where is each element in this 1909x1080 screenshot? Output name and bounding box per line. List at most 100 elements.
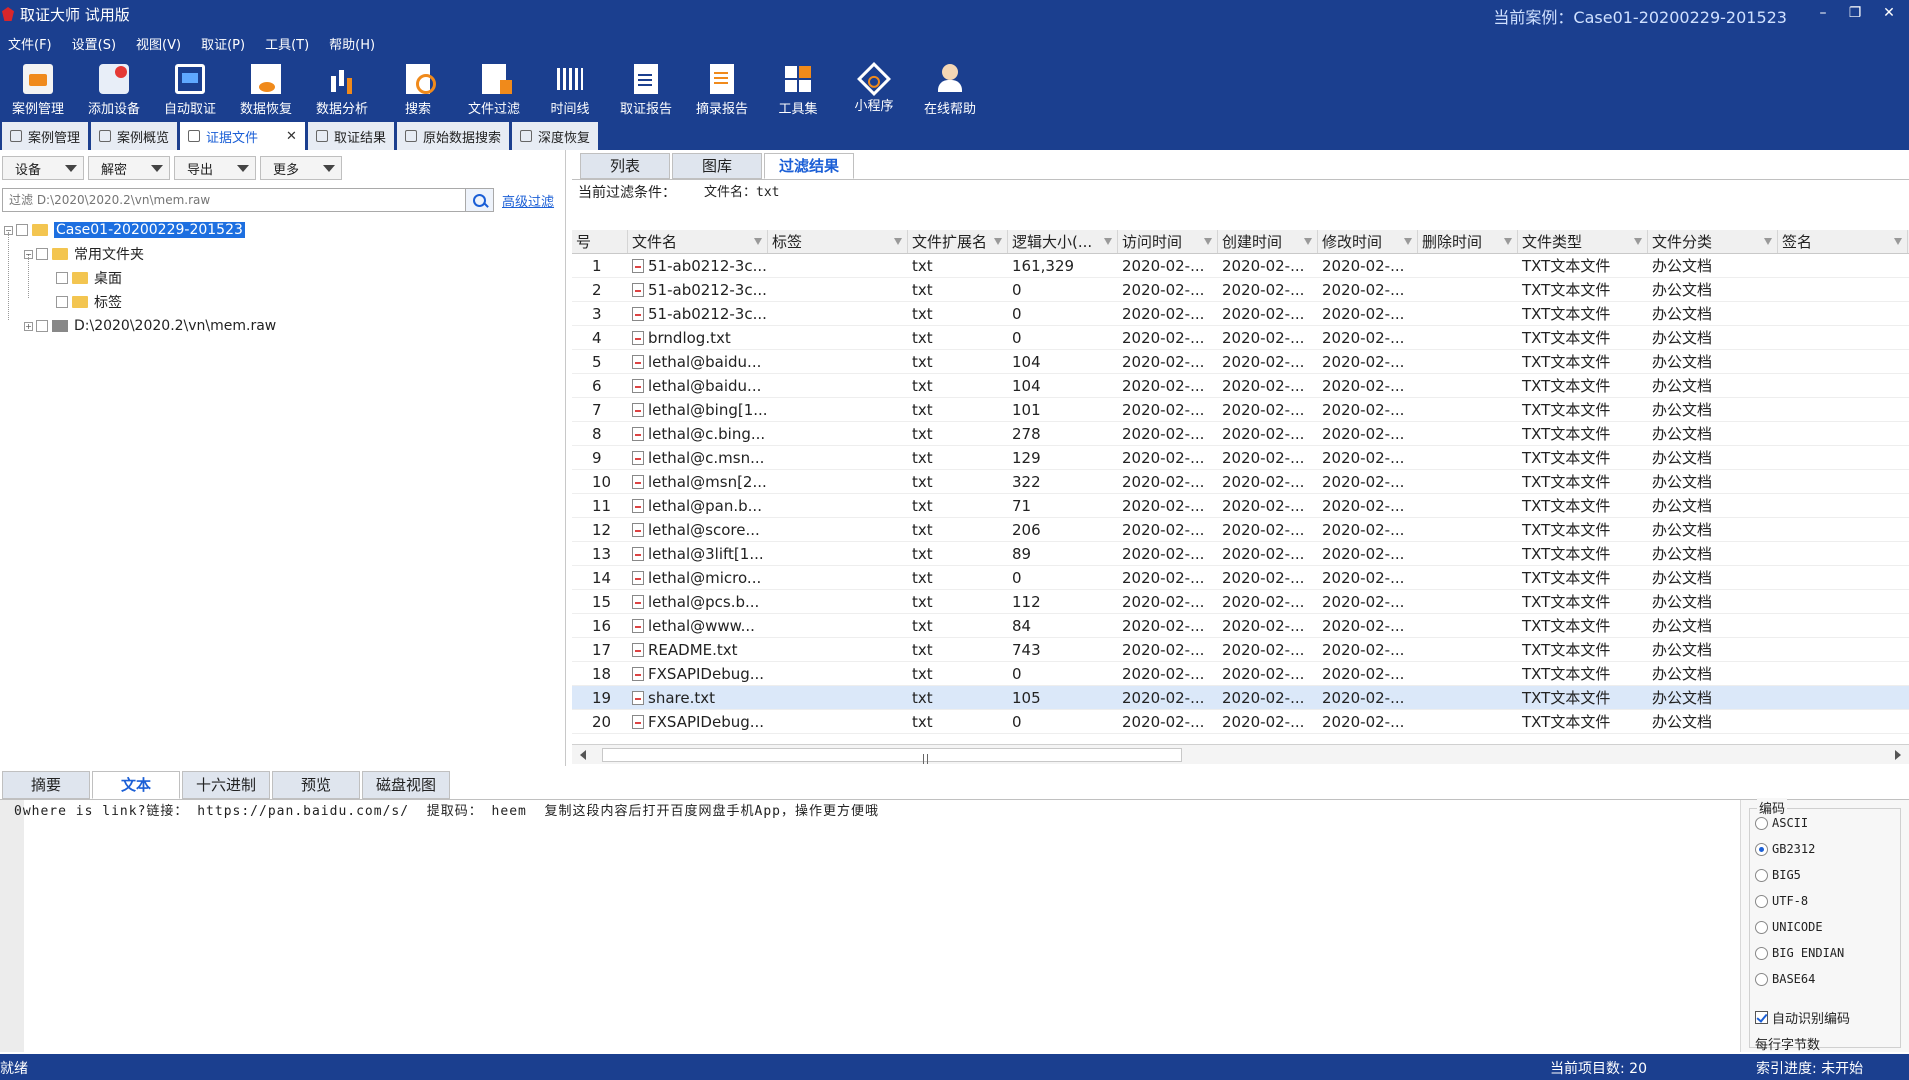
column-header-tag[interactable]: 标签 [768,230,908,253]
search-button[interactable]: 搜索 [380,58,456,120]
menu-tools[interactable]: 工具(T) [265,34,309,53]
tab-hex[interactable]: 十六进制 [182,771,270,799]
filter-icon[interactable] [1404,238,1412,245]
filter-icon[interactable] [1204,238,1212,245]
menu-view[interactable]: 视图(V) [136,34,181,53]
horizontal-scrollbar[interactable] [572,744,1909,764]
auto-detect-checkbox[interactable]: 自动识别编码 [1755,1008,1850,1027]
filter-icon[interactable] [1104,238,1112,245]
expand-icon[interactable]: + [24,321,33,331]
table-row[interactable]: 16 lethal@www... txt 84 2020-02-... 2020-02-.… [572,614,1909,638]
table-row[interactable]: 20 FXSAPIDebug... txt 0 2020-02-... 2020-02-.… [572,710,1909,734]
menu-help[interactable]: 帮助(H) [329,34,375,53]
subtab-list[interactable]: 列表 [580,153,670,179]
table-row[interactable]: 1 51-ab0212-3c... txt 161,329 2020-02-... 202… [572,254,1909,278]
subtab-gallery[interactable]: 图库 [672,153,762,179]
timeline-button[interactable]: 时间线 [532,58,608,120]
table-row[interactable]: 5 lethal@baidu... txt 104 2020-02-... 2020-02… [572,350,1909,374]
table-row[interactable]: 18 FXSAPIDebug... txt 0 2020-02-... 2020-02-.… [572,662,1909,686]
tab-case-manage[interactable]: 案例管理 [2,122,89,150]
table-row[interactable]: 4 brndlog.txt txt 0 2020-02-... 2020-02-... 20… [572,326,1909,350]
filter-icon[interactable] [1504,238,1512,245]
menu-settings[interactable]: 设置(S) [72,34,116,53]
forensic-report-button[interactable]: 取证报告 [608,58,684,120]
column-header-extension[interactable]: 文件扩展名 [908,230,1008,253]
excerpt-report-button[interactable]: 摘录报告 [684,58,760,120]
case-manage-button[interactable]: 案例管理 [0,58,76,120]
toolset-button[interactable]: 工具集 [760,58,836,120]
table-row[interactable]: 15 lethal@pcs.b... txt 112 2020-02-... 2020-0… [572,590,1909,614]
file-filter-button[interactable]: 文件过滤 [456,58,532,120]
table-row[interactable]: 6 lethal@baidu... txt 104 2020-02-... 2020-02… [572,374,1909,398]
minimize-button[interactable]: – [1809,3,1837,23]
table-row[interactable]: 13 lethal@3lift[1... txt 89 2020-02-... 2020-… [572,542,1909,566]
tab-disk-view[interactable]: 磁盘视图 [362,771,450,799]
tab-raw-data-search[interactable]: 原始数据搜索 [396,122,509,150]
table-row[interactable]: 2 51-ab0212-3c... txt 0 2020-02-... 2020-02-.… [572,278,1909,302]
column-header-create-time[interactable]: 创建时间 [1218,230,1318,253]
tree-checkbox[interactable] [36,320,48,332]
column-header-modify-time[interactable]: 修改时间 [1318,230,1418,253]
restore-button[interactable]: ❐ [1841,3,1869,23]
filter-icon[interactable] [894,238,902,245]
column-header-delete-time[interactable]: 删除时间 [1418,230,1518,253]
column-header-file-category[interactable]: 文件分类 [1648,230,1778,253]
scroll-right-icon[interactable] [1895,750,1901,760]
tree-checkbox[interactable] [56,272,68,284]
data-recovery-button[interactable]: 数据恢复 [228,58,304,120]
collapse-icon[interactable]: − [4,225,13,235]
filter-icon[interactable] [1304,238,1312,245]
tree-node-desktop[interactable]: 桌面 [0,266,565,290]
scroll-thumb[interactable] [602,748,1182,764]
tree-node-case[interactable]: − Case01-20200229-201523 [0,218,565,242]
table-row[interactable]: 17 README.txt txt 743 2020-02-... 2020-02-...… [572,638,1909,662]
encoding-option-base64[interactable]: BASE64 [1755,972,1815,986]
auto-forensic-button[interactable]: 自动取证 [152,58,228,120]
tab-evidence-files[interactable]: 证据文件 ✕ [180,122,305,150]
encoding-option-big-endian[interactable]: BIG ENDIAN [1755,946,1844,960]
advanced-filter-link[interactable]: 高级过滤 [502,191,554,210]
encoding-option-gb2312[interactable]: GB2312 [1755,842,1815,856]
tab-preview[interactable]: 预览 [272,771,360,799]
data-analysis-button[interactable]: 数据分析 [304,58,380,120]
scroll-left-icon[interactable] [580,750,586,760]
table-row[interactable]: 14 lethal@micro... txt 0 2020-02-... 2020-02-… [572,566,1909,590]
table-row[interactable]: 10 lethal@msn[2... txt 322 2020-02-... 2020-0… [572,470,1909,494]
add-device-button[interactable]: 添加设备 [76,58,152,120]
tree-checkbox[interactable] [36,248,48,260]
filter-icon[interactable] [754,238,762,245]
column-header-logical-size[interactable]: 逻辑大小(... [1008,230,1118,253]
applet-button[interactable]: 小程序 [836,58,912,120]
table-row[interactable]: 19 share.txt txt 105 2020-02-... 2020-02-... 2… [572,686,1909,710]
table-row[interactable]: 9 lethal@c.msn... txt 129 2020-02-... 2020-02… [572,446,1909,470]
filter-icon[interactable] [1894,238,1902,245]
close-window-button[interactable]: ✕ [1875,3,1903,23]
decrypt-dropdown[interactable]: 解密 [88,156,171,180]
tab-deep-recovery[interactable]: 深度恢复 [511,122,598,150]
online-help-button[interactable]: 在线帮助 [912,58,988,120]
filter-search-button[interactable] [466,188,494,212]
table-row[interactable]: 11 lethal@pan.b... txt 71 2020-02-... 2020-02… [572,494,1909,518]
filter-icon[interactable] [994,238,1002,245]
tab-case-overview[interactable]: 案例概览 [91,122,178,150]
encoding-option-unicode[interactable]: UNICODE [1755,920,1823,934]
encoding-option-big5[interactable]: BIG5 [1755,868,1801,882]
filter-icon[interactable] [1634,238,1642,245]
filter-icon[interactable] [1764,238,1772,245]
tab-text[interactable]: 文本 [92,771,180,799]
tree-node-tags[interactable]: 标签 [0,290,565,314]
table-row[interactable]: 7 lethal@bing[1... txt 101 2020-02-... 2020-0… [572,398,1909,422]
more-dropdown[interactable]: 更多 [260,156,343,180]
encoding-option-ascii[interactable]: ASCII [1755,816,1808,830]
tree-checkbox[interactable] [56,296,68,308]
table-row[interactable]: 12 lethal@score... txt 206 2020-02-... 2020-0… [572,518,1909,542]
column-header-file-type[interactable]: 文件类型 [1518,230,1648,253]
device-dropdown[interactable]: 设备 [2,156,85,180]
tree-node-image[interactable]: + D:\2020\2020.2\vn\mem.raw [0,314,565,338]
menu-forensics[interactable]: 取证(P) [201,34,245,53]
collapse-icon[interactable]: − [24,249,33,259]
tab-forensic-results[interactable]: 取证结果 [307,122,394,150]
column-header-access-time[interactable]: 访问时间 [1118,230,1218,253]
tree-node-common-folder[interactable]: − 常用文件夹 [0,242,565,266]
column-header-signature[interactable]: 签名 [1778,230,1908,253]
